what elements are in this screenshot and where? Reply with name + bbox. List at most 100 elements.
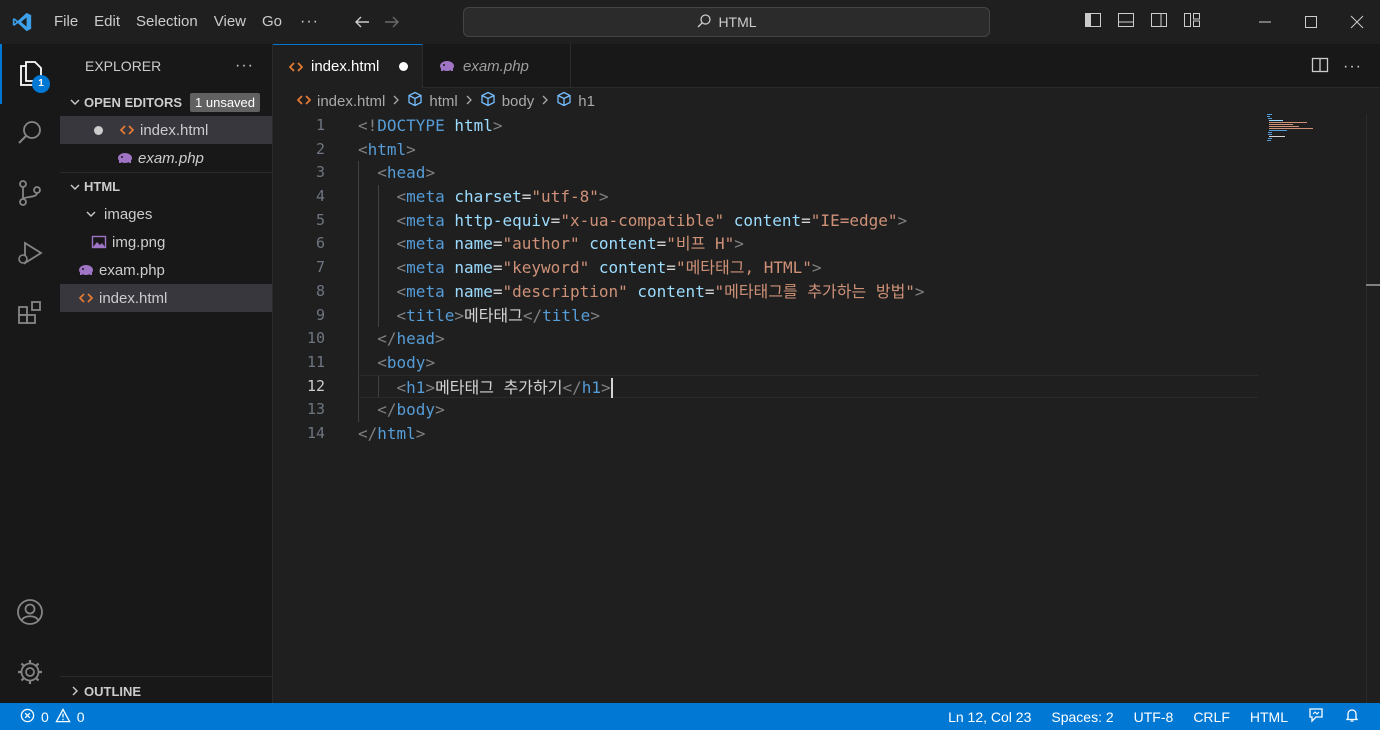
line-number: 2	[315, 139, 325, 158]
close-button[interactable]	[1334, 0, 1380, 44]
line-number: 5	[315, 210, 325, 229]
breadcrumb-item-body[interactable]: body	[480, 91, 534, 111]
forward-arrow-icon[interactable]	[383, 13, 401, 31]
notifications-bell-icon[interactable]	[1344, 707, 1360, 726]
folder-header-html[interactable]: HTML	[60, 172, 272, 200]
html-file-icon	[296, 93, 312, 110]
menu-selection[interactable]: Selection	[128, 0, 206, 44]
chevron-right-icon	[540, 94, 550, 109]
code-editor[interactable]: 1 2 3 4 5 6 7 8 9 10 11 12 13 14 <!DOCTY…	[273, 114, 1380, 703]
breadcrumb-label: h1	[578, 92, 595, 110]
tree-item-images[interactable]: images	[60, 200, 272, 228]
open-editors-title: OPEN EDITORS	[84, 94, 183, 110]
explorer-badge: 1	[32, 75, 50, 93]
open-editor-item-index-html[interactable]: index.html	[60, 116, 272, 144]
breadcrumb-item-html[interactable]: html	[407, 91, 458, 111]
problems-status[interactable]: 0 0	[0, 707, 85, 726]
chevron-right-icon	[66, 685, 84, 697]
line-number: 8	[315, 281, 325, 300]
menu-go[interactable]: Go	[254, 0, 290, 44]
line-number-current: 12	[306, 376, 325, 395]
breadcrumb-item-h1[interactable]: h1	[556, 91, 595, 111]
maximize-button[interactable]	[1288, 0, 1334, 44]
php-file-icon	[439, 60, 455, 72]
customize-layout-icon[interactable]	[1182, 10, 1202, 33]
menu-file[interactable]: File	[46, 0, 86, 44]
html-file-icon	[75, 292, 97, 304]
unsaved-dot-icon[interactable]	[399, 62, 408, 71]
language-mode[interactable]: HTML	[1250, 709, 1288, 725]
source-control-activity-button[interactable]	[0, 164, 60, 224]
tree-item-label: exam.php	[99, 261, 165, 279]
line-number: 1	[315, 116, 325, 134]
explorer-activity-button[interactable]: 1	[0, 44, 60, 104]
end-of-line[interactable]: CRLF	[1193, 709, 1230, 725]
manage-activity-button[interactable]	[0, 643, 60, 703]
open-editor-item-exam-php[interactable]: exam.php	[60, 144, 272, 172]
code-line: <meta http-equiv="x-ua-compatible" conte…	[358, 208, 1258, 233]
tab-label: exam.php	[463, 57, 529, 75]
vertical-scrollbar[interactable]	[1366, 114, 1380, 703]
chevron-down-icon	[66, 96, 84, 108]
cursor-position[interactable]: Ln 12, Col 23	[948, 709, 1031, 725]
open-editor-label: index.html	[140, 121, 209, 139]
extensions-activity-button[interactable]	[0, 284, 60, 344]
run-debug-activity-button[interactable]	[0, 224, 60, 284]
line-number: 11	[306, 352, 325, 371]
tree-item-exam-php[interactable]: exam.php	[60, 256, 272, 284]
explorer-more-button[interactable]: ···	[235, 57, 254, 75]
feedback-icon[interactable]	[1308, 707, 1324, 726]
code-line: </html>	[358, 423, 426, 443]
accounts-activity-button[interactable]	[0, 583, 60, 643]
html-file-icon	[116, 124, 138, 136]
menu-more-button[interactable]: ···	[290, 0, 329, 44]
split-editor-icon[interactable]	[1311, 56, 1329, 77]
code-line-current: <h1>메타태그 추가하기</h1>	[358, 374, 1258, 399]
outline-header[interactable]: OUTLINE	[60, 677, 273, 705]
chevron-right-icon	[464, 94, 474, 109]
open-editors-header[interactable]: OPEN EDITORS 1 unsaved	[60, 88, 272, 116]
search-icon	[15, 118, 45, 151]
error-count: 0	[41, 708, 49, 725]
line-number: 13	[306, 400, 325, 419]
line-number: 7	[315, 258, 325, 277]
indentation[interactable]: Spaces: 2	[1051, 709, 1113, 725]
tree-item-index-html[interactable]: index.html	[60, 284, 272, 312]
tab-exam-php[interactable]: exam.php	[423, 44, 571, 88]
code-line: <meta name="author" content="비프 H">	[358, 232, 1258, 257]
chevron-down-icon	[66, 181, 84, 193]
search-icon	[696, 13, 712, 32]
open-editor-label: exam.php	[138, 149, 204, 167]
line-number: 3	[315, 163, 325, 182]
menu-view[interactable]: View	[206, 0, 254, 44]
code-line: <!DOCTYPE html>	[358, 116, 503, 135]
outline-title: OUTLINE	[84, 683, 142, 699]
toggle-secondary-sidebar-icon[interactable]	[1149, 10, 1169, 33]
line-number: 4	[315, 187, 325, 206]
editor-more-actions-icon[interactable]: ···	[1343, 58, 1362, 76]
php-file-icon	[75, 264, 97, 276]
tree-item-label: images	[104, 205, 153, 223]
code-line: <body>	[358, 350, 1258, 375]
back-arrow-icon[interactable]	[353, 13, 371, 31]
tree-item-img-png[interactable]: img.png	[60, 228, 272, 256]
minimize-button[interactable]	[1242, 0, 1288, 44]
code-line: <title>메타태그</title>	[358, 303, 1258, 328]
warning-count: 0	[76, 708, 85, 725]
tab-index-html[interactable]: index.html	[273, 44, 423, 88]
tree-item-label: index.html	[99, 289, 168, 307]
symbol-element-icon	[556, 91, 572, 111]
search-activity-button[interactable]	[0, 104, 60, 164]
toggle-panel-icon[interactable]	[1116, 10, 1136, 33]
breadcrumb-item-file[interactable]: index.html	[296, 93, 385, 110]
unsaved-dot-icon[interactable]	[94, 125, 103, 135]
command-center-search[interactable]: HTML	[463, 7, 990, 37]
extensions-icon	[15, 298, 45, 331]
toggle-primary-sidebar-icon[interactable]	[1083, 10, 1103, 33]
breadcrumb: index.html html body h1	[273, 88, 1380, 114]
encoding[interactable]: UTF-8	[1134, 709, 1174, 725]
minimap[interactable]	[1267, 114, 1347, 154]
code-lines[interactable]: <!DOCTYPE html> <html> <head> <meta char…	[358, 114, 1258, 446]
code-line: <meta name="keyword" content="메타태그, HTML…	[358, 256, 1258, 280]
menu-edit[interactable]: Edit	[86, 0, 128, 44]
